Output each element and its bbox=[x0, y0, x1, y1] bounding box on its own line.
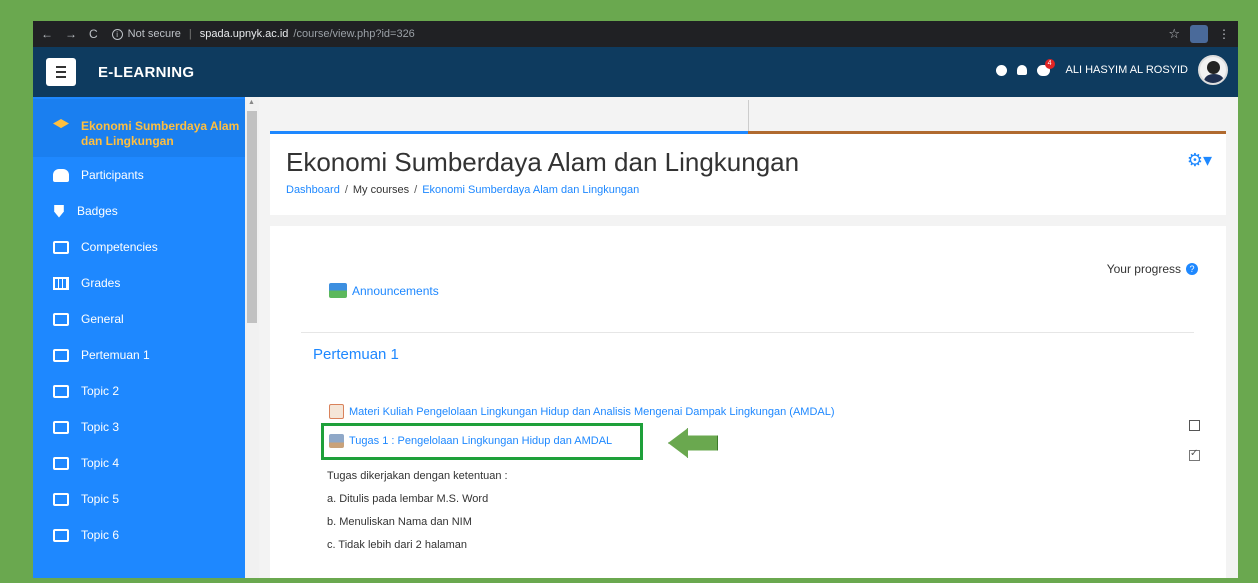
sidebar-item-label: Topic 6 bbox=[81, 528, 120, 542]
description-line: a. Ditulis pada lembar M.S. Word bbox=[327, 493, 489, 505]
sidebar-item-pertemuan-1[interactable]: Pertemuan 1 bbox=[33, 337, 245, 373]
scrollbar-thumb[interactable] bbox=[247, 111, 257, 323]
sidebar-item-competencies[interactable]: Competencies bbox=[33, 229, 245, 265]
page-title: Ekonomi Sumberdaya Alam dan Lingkungan bbox=[286, 147, 800, 177]
forum-icon bbox=[329, 283, 347, 298]
breadcrumb-my-courses: My courses bbox=[352, 184, 410, 196]
screenshot-frame: ← → C i Not secure | spada.upnyk.ac.id/c… bbox=[33, 21, 1238, 578]
scroll-up-icon[interactable]: ▲ bbox=[248, 99, 255, 106]
sidebar-item-topic-4[interactable]: Topic 4 bbox=[33, 445, 245, 481]
user-menu-area: 4 ALI HASYIM AL ROSYID bbox=[995, 55, 1228, 85]
folder-icon bbox=[53, 528, 69, 542]
sidebar-item-course[interactable]: Ekonomi Sumberdaya Alam dan Lingkungan bbox=[33, 99, 245, 157]
address-separator: | bbox=[188, 28, 192, 40]
star-icon[interactable]: ☆ bbox=[1168, 26, 1180, 42]
profile-icon[interactable] bbox=[1190, 25, 1208, 43]
info-icon[interactable]: i bbox=[111, 28, 123, 40]
sidebar-item-label: Topic 4 bbox=[81, 456, 120, 470]
progress-label: Your progress ? bbox=[1107, 262, 1198, 276]
description-line: b. Menuliskan Nama dan NIM bbox=[327, 516, 472, 528]
sidebar-item-topic-6[interactable]: Topic 6 bbox=[33, 517, 245, 553]
sidebar-item-topic-2[interactable]: Topic 2 bbox=[33, 373, 245, 409]
sidebar-item-grades[interactable]: Grades bbox=[33, 265, 245, 301]
checkbox-icon bbox=[53, 240, 69, 254]
sidebar-item-general[interactable]: General bbox=[33, 301, 245, 337]
browser-nav: ← → C bbox=[33, 27, 98, 41]
sidebar-item-label: Participants bbox=[81, 168, 144, 182]
sidebar-item-label: Topic 3 bbox=[81, 420, 120, 434]
breadcrumb-separator: / bbox=[344, 184, 348, 196]
breadcrumb-separator: / bbox=[414, 184, 418, 196]
activity-label: Materi Kuliah Pengelolaan Lingkungan Hid… bbox=[349, 405, 835, 418]
activity-link-materi[interactable]: Materi Kuliah Pengelolaan Lingkungan Hid… bbox=[329, 404, 835, 419]
description-line: Tugas dikerjakan dengan ketentuan : bbox=[327, 470, 508, 482]
top-navbar: E-LEARNING 4 ALI HASYIM AL ROSYID bbox=[33, 47, 1238, 97]
table-icon bbox=[53, 276, 69, 290]
sidebar-item-topic-5[interactable]: Topic 5 bbox=[33, 481, 245, 517]
globe-icon[interactable] bbox=[995, 64, 1007, 76]
tab-divider bbox=[748, 100, 749, 131]
sidebar-item-label: Ekonomi Sumberdaya Alam dan Lingkungan bbox=[81, 119, 240, 148]
reload-icon[interactable]: C bbox=[89, 27, 98, 41]
announcements-label: Announcements bbox=[352, 283, 439, 298]
folder-icon bbox=[53, 456, 69, 470]
sidebar-item-label: Topic 2 bbox=[81, 384, 120, 398]
site-brand[interactable]: E-LEARNING bbox=[98, 64, 194, 81]
sidebar-item-label: General bbox=[81, 312, 124, 326]
url-host: spada.upnyk.ac.id bbox=[199, 28, 289, 40]
messages-icon[interactable]: 4 bbox=[1036, 58, 1055, 76]
hamburger-menu-button[interactable] bbox=[46, 58, 76, 86]
user-name[interactable]: ALI HASYIM AL ROSYID bbox=[1066, 64, 1188, 76]
sidebar-item-label: Topic 5 bbox=[81, 492, 120, 506]
section-divider bbox=[301, 332, 1194, 333]
section-title[interactable]: Pertemuan 1 bbox=[313, 346, 399, 363]
graduation-cap-icon bbox=[53, 119, 69, 129]
folder-icon bbox=[53, 492, 69, 506]
security-label: Not secure bbox=[127, 28, 181, 40]
progress-text: Your progress bbox=[1106, 262, 1181, 276]
help-icon[interactable]: ? bbox=[1186, 263, 1198, 275]
back-icon[interactable]: ← bbox=[41, 27, 53, 41]
completion-checkbox[interactable] bbox=[1189, 420, 1200, 431]
header-accent-brown bbox=[748, 131, 1226, 134]
folder-icon bbox=[53, 348, 69, 362]
sidebar-item-label: Badges bbox=[77, 204, 118, 218]
shield-icon bbox=[54, 204, 64, 218]
gear-icon[interactable]: ⚙▾ bbox=[1187, 150, 1212, 171]
course-content: Your progress ? Announcements Pertemuan … bbox=[270, 226, 1226, 578]
users-icon bbox=[53, 168, 69, 182]
breadcrumb: Dashboard / My courses / Ekonomi Sumberdaya … bbox=[286, 184, 639, 196]
sidebar-item-label: Competencies bbox=[81, 240, 158, 254]
sidebar-item-label: Pertemuan 1 bbox=[81, 348, 150, 362]
avatar[interactable] bbox=[1198, 55, 1228, 85]
folder-icon bbox=[53, 312, 69, 326]
header-accent-blue bbox=[270, 131, 748, 134]
url-path: /course/view.php?id=326 bbox=[293, 28, 415, 40]
sidebar-item-label: Grades bbox=[81, 276, 121, 290]
highlight-box bbox=[321, 423, 643, 460]
breadcrumb-dashboard[interactable]: Dashboard bbox=[286, 184, 340, 196]
folder-icon bbox=[53, 384, 69, 398]
sidebar-scrollbar[interactable]: ▲ bbox=[245, 97, 259, 578]
folder-icon bbox=[53, 420, 69, 434]
browser-toolbar: ← → C i Not secure | spada.upnyk.ac.id/c… bbox=[33, 21, 1238, 47]
browser-actions: ☆ ⋮ bbox=[1168, 25, 1230, 43]
sidebar: Ekonomi Sumberdaya Alam dan Lingkungan P… bbox=[33, 97, 245, 578]
bell-icon[interactable] bbox=[1016, 65, 1027, 75]
announcements-link[interactable]: Announcements bbox=[329, 283, 439, 298]
sidebar-item-participants[interactable]: Participants bbox=[33, 157, 245, 193]
notification-badge: 4 bbox=[1044, 58, 1055, 69]
sidebar-item-topic-3[interactable]: Topic 3 bbox=[33, 409, 245, 445]
menu-dots-icon[interactable]: ⋮ bbox=[1218, 27, 1230, 41]
forward-icon[interactable]: → bbox=[65, 27, 77, 41]
sidebar-item-badges[interactable]: Badges bbox=[33, 193, 245, 229]
address-bar[interactable]: i Not secure | spada.upnyk.ac.id/course/… bbox=[111, 28, 415, 40]
description-line: c. Tidak lebih dari 2 halaman bbox=[327, 539, 468, 551]
breadcrumb-course[interactable]: Ekonomi Sumberdaya Alam dan Lingkungan bbox=[422, 184, 639, 196]
completion-checkbox-checked[interactable] bbox=[1189, 448, 1200, 461]
pdf-icon bbox=[329, 404, 344, 419]
page-header: Ekonomi Sumberdaya Alam dan Lingkungan D… bbox=[270, 131, 1226, 215]
